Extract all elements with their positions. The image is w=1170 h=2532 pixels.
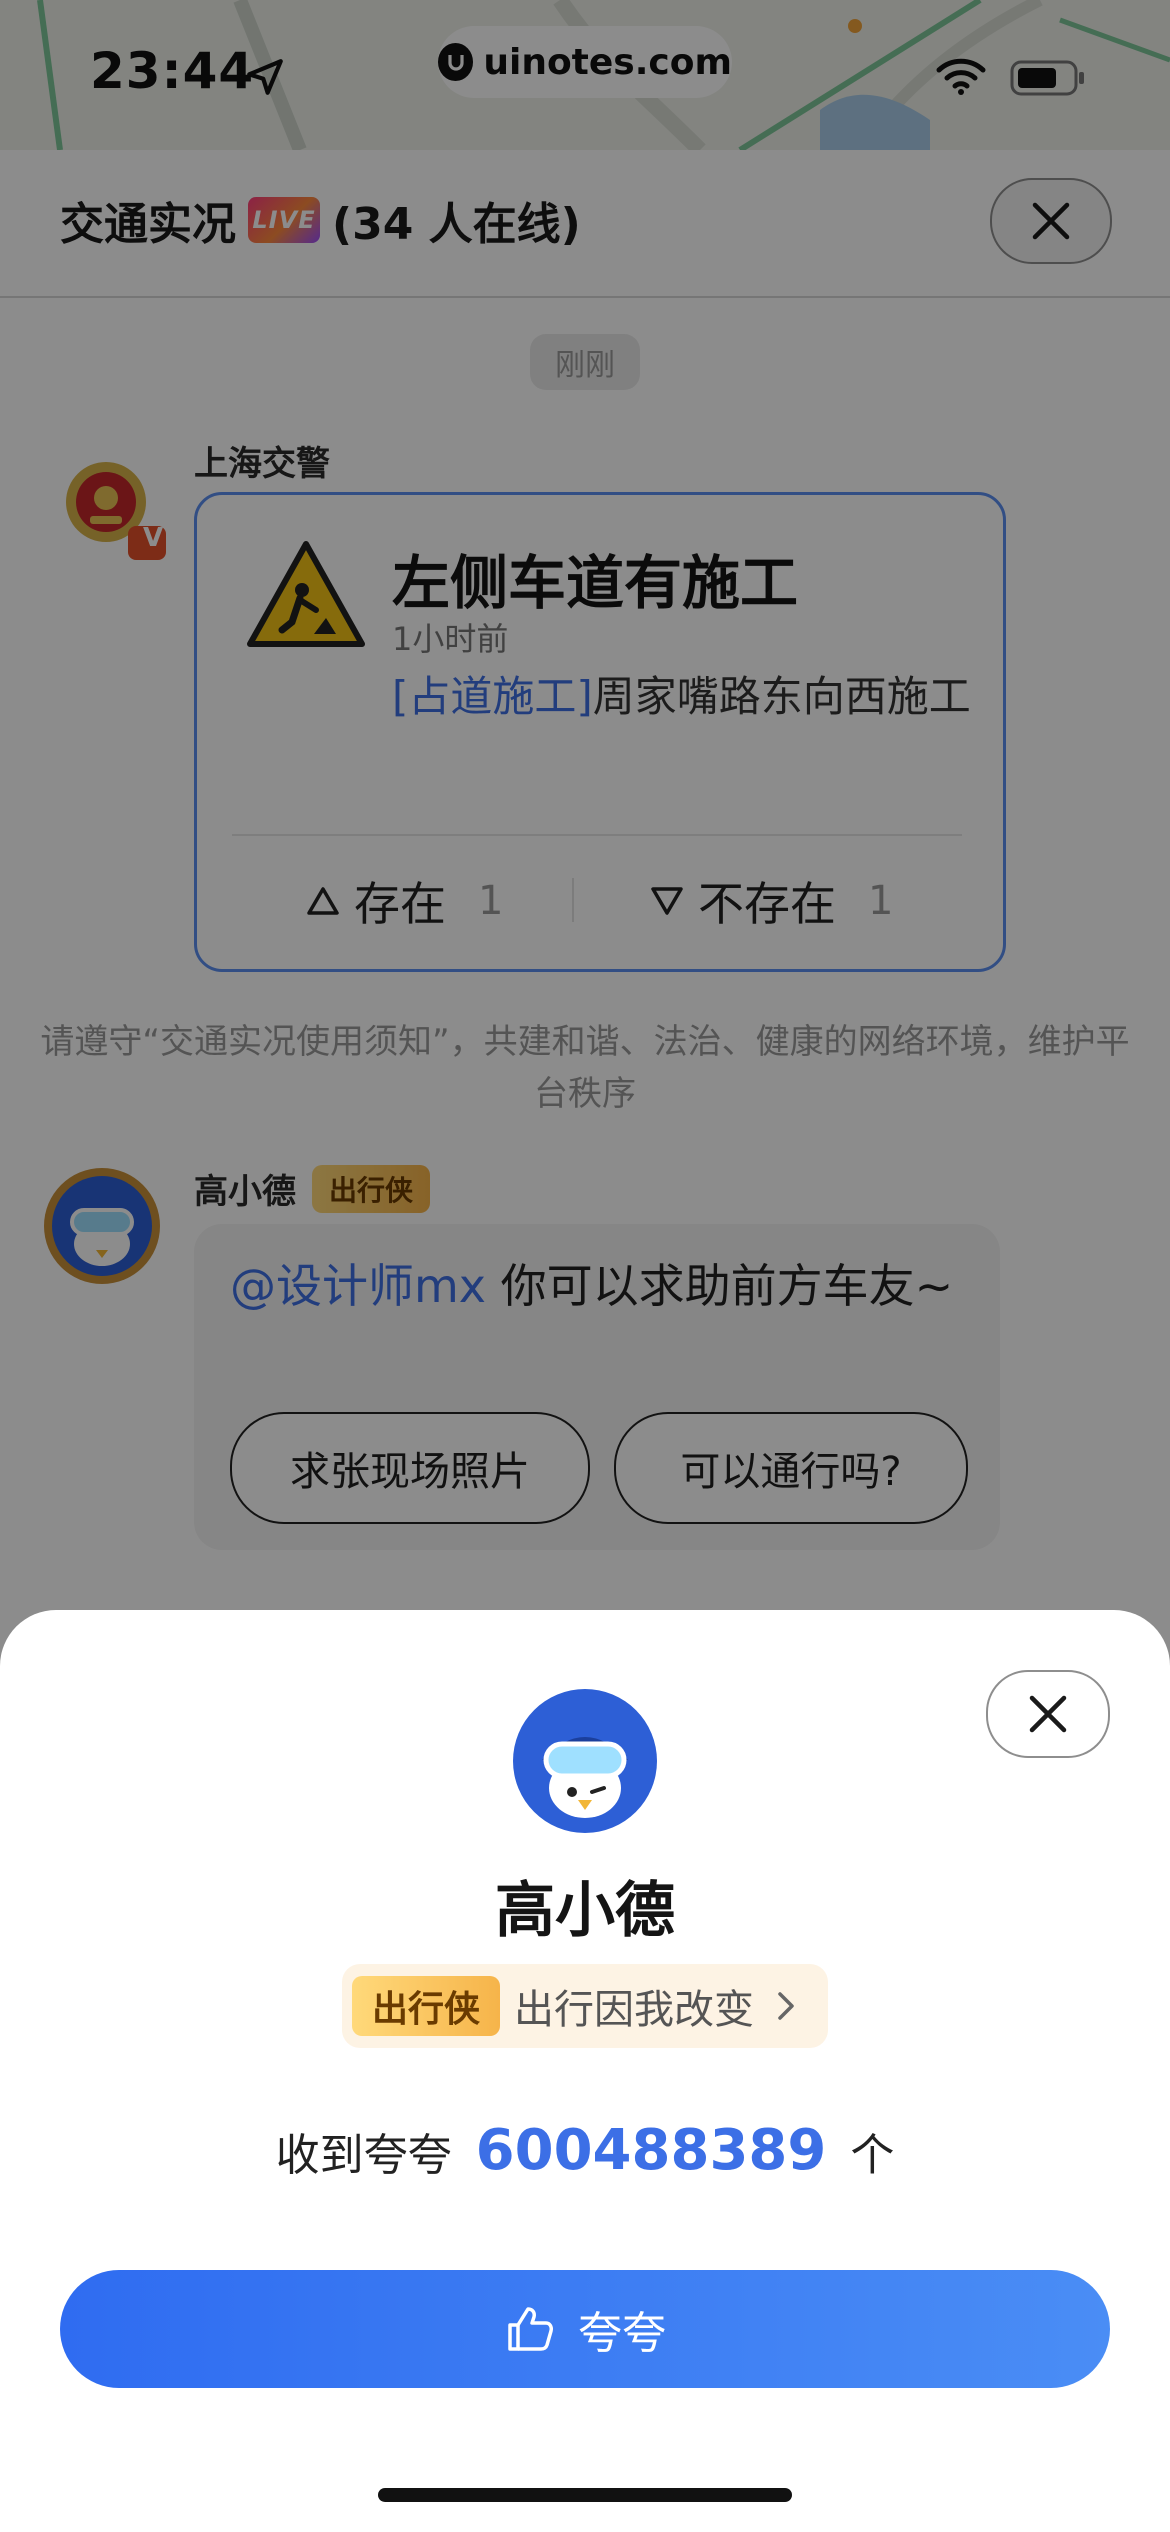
praise-prefix: 收到夸夸 xyxy=(275,2129,452,2181)
home-indicator[interactable] xyxy=(378,2488,792,2502)
profile-name: 高小德 xyxy=(495,1876,675,1946)
chevron-right-icon xyxy=(778,1992,794,2020)
hero-badge-row[interactable]: 出行侠 出行因我改变 xyxy=(342,1964,828,2048)
gaoxiaode-avatar xyxy=(513,1689,657,1833)
sheet-close-button[interactable] xyxy=(986,1670,1110,1758)
praise-suffix: 个 xyxy=(850,2129,895,2181)
praise-summary: 收到夸夸 600488389 个 xyxy=(0,2118,1170,2183)
thumbs-up-icon xyxy=(508,2307,553,2351)
badge-slogan: 出行因我改变 xyxy=(514,1987,754,2033)
praise-count: 600488389 xyxy=(475,2118,827,2183)
hero-badge: 出行侠 xyxy=(352,1976,500,2036)
praise-button-label: 夸夸 xyxy=(578,2308,666,2359)
close-icon xyxy=(1029,1695,1067,1733)
praise-button[interactable]: 夸夸 xyxy=(60,2270,1110,2388)
